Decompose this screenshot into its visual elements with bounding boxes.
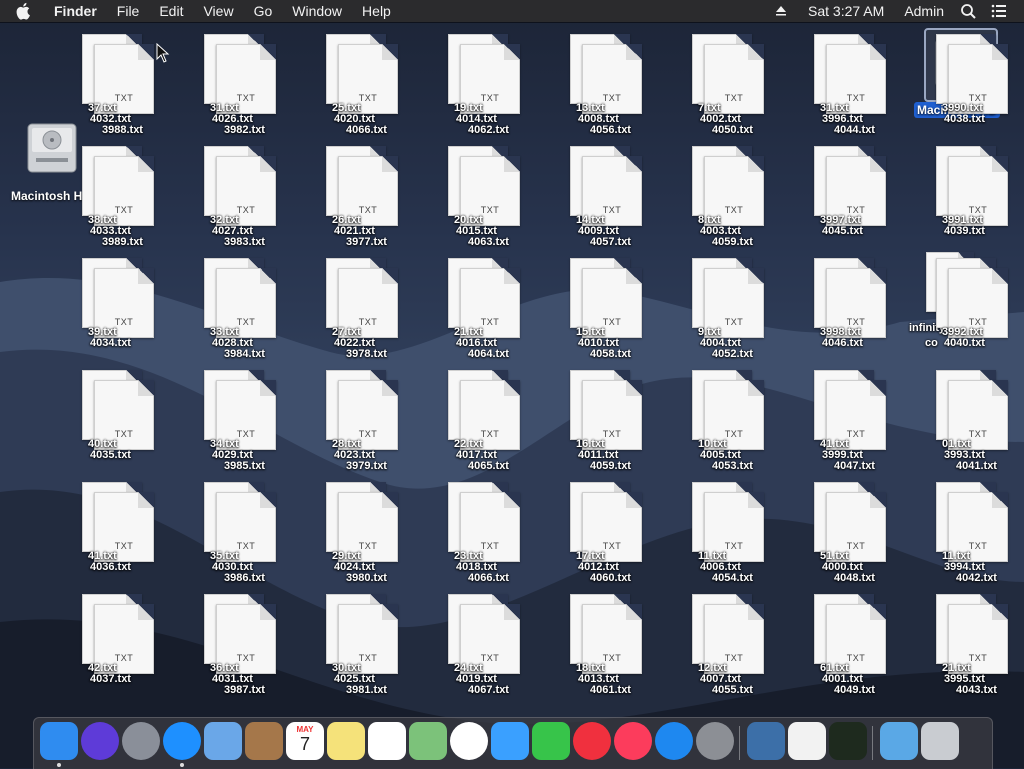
menu-user[interactable]: Admin: [894, 0, 954, 22]
file-name-label[interactable]: 4043.txt: [956, 684, 997, 696]
macintosh-hd-left-label[interactable]: Macintosh HD: [11, 189, 91, 203]
python-launcher-icon[interactable]: [747, 722, 785, 760]
file-name-label[interactable]: 4038.txt: [944, 113, 985, 125]
news-icon[interactable]: [573, 722, 611, 760]
music-icon[interactable]: [614, 722, 652, 760]
file-name-label[interactable]: 4064.txt: [468, 348, 509, 360]
file-name-label[interactable]: 4061.txt: [590, 684, 631, 696]
menu-help[interactable]: Help: [352, 0, 401, 22]
siri-icon[interactable]: [81, 722, 119, 760]
file-name-label[interactable]: 3988.txt: [102, 124, 143, 136]
file-name-label[interactable]: 4048.txt: [834, 572, 875, 584]
file-name-label[interactable]: 4067.txt: [468, 684, 509, 696]
menu-view[interactable]: View: [193, 0, 243, 22]
file-name-label[interactable]: 3985.txt: [224, 460, 265, 472]
file-name-label[interactable]: 4065.txt: [468, 460, 509, 472]
file-name-label[interactable]: 4049.txt: [834, 684, 875, 696]
file-name-label[interactable]: 4050.txt: [712, 124, 753, 136]
file-name-label[interactable]: 4066.txt: [346, 124, 387, 136]
dock-separator: [872, 726, 873, 760]
file-name-label[interactable]: 3989.txt: [102, 236, 143, 248]
menu-edit[interactable]: Edit: [149, 0, 193, 22]
file-name-label[interactable]: 3978.txt: [346, 348, 387, 360]
file-name-label[interactable]: 4039.txt: [944, 225, 985, 237]
file-name-label[interactable]: 3986.txt: [224, 572, 265, 584]
contacts-icon[interactable]: [245, 722, 283, 760]
calendar-day: 7: [299, 734, 310, 754]
trash-icon[interactable]: [921, 722, 959, 760]
notification-center-icon[interactable]: [984, 0, 1014, 22]
running-indicator: [57, 763, 61, 767]
menu-go[interactable]: Go: [244, 0, 283, 22]
mouse-cursor-icon: [156, 43, 170, 63]
file-name-label[interactable]: 4062.txt: [468, 124, 509, 136]
apple-menu-icon[interactable]: [16, 2, 32, 20]
file-name-label[interactable]: 3987.txt: [224, 684, 265, 696]
file-name-label[interactable]: 3983.txt: [224, 236, 265, 248]
menu-window[interactable]: Window: [282, 0, 352, 22]
file-name-label[interactable]: 3979.txt: [346, 460, 387, 472]
maps-icon[interactable]: [409, 722, 447, 760]
menu-clock[interactable]: Sat 3:27 AM: [798, 0, 894, 22]
notes-icon[interactable]: [327, 722, 365, 760]
textedit-icon[interactable]: [788, 722, 826, 760]
running-indicator: [180, 763, 184, 767]
dock: MAY 7: [33, 717, 993, 769]
calendar-month: MAY: [296, 725, 314, 734]
file-name-label[interactable]: 4034.txt: [90, 337, 131, 349]
file-name-label[interactable]: 4059.txt: [712, 236, 753, 248]
file-name-label[interactable]: 4060.txt: [590, 572, 631, 584]
menu-app-name[interactable]: Finder: [44, 0, 107, 22]
file-name-label[interactable]: 4056.txt: [590, 124, 631, 136]
photos-icon[interactable]: [450, 722, 488, 760]
file-name-label[interactable]: 4047.txt: [834, 460, 875, 472]
file-name-label[interactable]: 4046.txt: [822, 337, 863, 349]
safari-icon[interactable]: [163, 722, 201, 760]
facetime-icon[interactable]: [532, 722, 570, 760]
app-store-icon[interactable]: [655, 722, 693, 760]
file-name-label[interactable]: 4044.txt: [834, 124, 875, 136]
file-name-label[interactable]: 4042.txt: [956, 572, 997, 584]
file-name-label[interactable]: 3984.txt: [224, 348, 265, 360]
menu-file[interactable]: File: [107, 0, 150, 22]
downloads-folder-icon[interactable]: [880, 722, 918, 760]
activity-monitor-icon[interactable]: [829, 722, 867, 760]
file-name-label[interactable]: 4054.txt: [712, 572, 753, 584]
dock-separator: [739, 726, 740, 760]
file-name-label[interactable]: 4057.txt: [590, 236, 631, 248]
messages-icon[interactable]: [491, 722, 529, 760]
file-name-label[interactable]: 4041.txt: [956, 460, 997, 472]
file-name-label[interactable]: 3977.txt: [346, 236, 387, 248]
finder-icon[interactable]: [40, 722, 78, 760]
file-name-label[interactable]: 4045.txt: [822, 225, 863, 237]
file-name-label[interactable]: 4059.txt: [590, 460, 631, 472]
file-name-label[interactable]: 4063.txt: [468, 236, 509, 248]
reminders-icon[interactable]: [368, 722, 406, 760]
file-name-label[interactable]: 3982.txt: [224, 124, 265, 136]
mail-icon[interactable]: [204, 722, 242, 760]
calendar-icon[interactable]: MAY 7: [286, 722, 324, 760]
file-name-label[interactable]: 4036.txt: [90, 561, 131, 573]
system-preferences-icon[interactable]: [696, 722, 734, 760]
file-name-label[interactable]: 4066.txt: [468, 572, 509, 584]
file-name-label[interactable]: 4035.txt: [90, 449, 131, 461]
python-file-label-2[interactable]: co: [925, 337, 938, 349]
file-name-label[interactable]: 4053.txt: [712, 460, 753, 472]
file-name-label[interactable]: 3981.txt: [346, 684, 387, 696]
eject-icon[interactable]: [764, 0, 798, 22]
file-name-label[interactable]: 4052.txt: [712, 348, 753, 360]
file-name-label[interactable]: 4037.txt: [90, 673, 131, 685]
launchpad-icon[interactable]: [122, 722, 160, 760]
file-name-label[interactable]: 4058.txt: [590, 348, 631, 360]
spotlight-search-icon[interactable]: [954, 0, 984, 22]
file-name-label[interactable]: 4040.txt: [944, 337, 985, 349]
menu-bar: Finder File Edit View Go Window Help Sat…: [0, 0, 1024, 22]
file-name-label[interactable]: 3980.txt: [346, 572, 387, 584]
file-name-label[interactable]: 4055.txt: [712, 684, 753, 696]
hard-drive-icon[interactable]: [22, 118, 82, 178]
